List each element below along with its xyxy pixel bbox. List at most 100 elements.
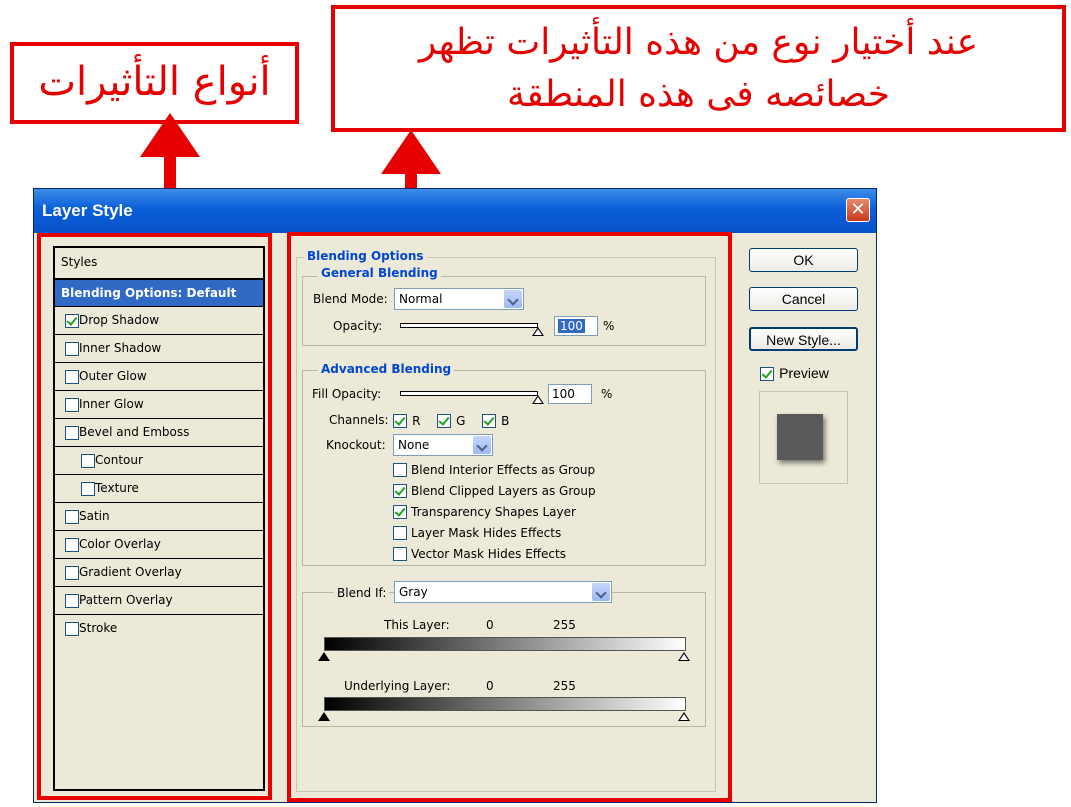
styles-item-outer-glow[interactable]: Outer Glow [55,363,263,391]
check-icon [393,413,407,428]
opacity-value: 100 [558,319,585,333]
option-label: Blend Interior Effects as Group [411,463,596,477]
styles-item-label: Stroke [79,621,118,635]
annotation-properties-line1: عند أختيار نوع من هذه التأثيرات تظهر [418,22,979,63]
checkbox-icon[interactable] [65,593,79,608]
fill-opacity-value: 100 [552,387,575,401]
styles-item-inner-glow[interactable]: Inner Glow [55,391,263,419]
channel-b-checkbox[interactable]: B [482,410,509,429]
styles-item-label: Gradient Overlay [79,565,182,579]
option-blend-interior-effects-as-group-checkbox[interactable]: Blend Interior Effects as Group [393,459,595,478]
styles-item-stroke[interactable]: Stroke [55,615,263,642]
styles-item-contour[interactable]: Contour [55,447,263,475]
opacity-slider[interactable] [400,323,538,328]
ok-button[interactable]: OK [749,248,858,272]
blend-mode-select[interactable]: Normal [394,288,524,310]
option-label: Vector Mask Hides Effects [411,547,566,561]
styles-item-label: Bevel and Emboss [79,425,190,439]
checkbox-icon [393,525,407,540]
styles-list: Styles Blending Options: Default Drop Sh… [53,246,265,791]
option-vector-mask-hides-effects-checkbox[interactable]: Vector Mask Hides Effects [393,543,566,562]
check-icon [437,413,451,428]
annotation-properties-area: عند أختيار نوع من هذه التأثيرات تظهر خصا… [331,5,1066,132]
checkbox-icon[interactable] [65,313,79,328]
channels-label: Channels: [329,413,389,427]
check-icon [760,366,774,381]
this-layer-label: This Layer: [384,618,450,632]
underlying-layer-white-slider[interactable] [678,712,690,721]
checkbox-icon[interactable] [65,621,79,636]
option-label: Layer Mask Hides Effects [411,526,562,540]
knockout-label: Knockout: [326,438,386,452]
advanced-blending-title: Advanced Blending [318,362,455,376]
channel-r-label: R [412,414,421,428]
fill-opacity-slider[interactable] [400,391,538,396]
underlying-layer-label: Underlying Layer: [344,679,451,693]
styles-item-pattern-overlay[interactable]: Pattern Overlay [55,587,263,615]
preview-swatch [777,414,823,460]
this-layer-max: 255 [553,618,576,632]
checkbox-icon[interactable] [81,481,95,496]
styles-item-label: Pattern Overlay [79,593,173,607]
checkbox-icon[interactable] [65,565,79,580]
title-bar: Layer Style ✕ [34,189,876,233]
blend-mode-value: Normal [399,292,443,306]
checkbox-icon[interactable] [65,537,79,552]
fill-opacity-slider-thumb[interactable] [532,395,544,404]
blend-if-select[interactable]: Gray [394,581,612,603]
checkbox-icon[interactable] [65,341,79,356]
fill-opacity-label: Fill Opacity: [312,387,382,401]
styles-item-label: Drop Shadow [79,313,160,327]
styles-header: Styles [55,248,263,280]
styles-item-inner-shadow[interactable]: Inner Shadow [55,335,263,363]
blend-mode-label: Blend Mode: [313,292,388,306]
fill-opacity-field[interactable]: 100 [548,384,592,404]
option-transparency-shapes-layer-checkbox[interactable]: Transparency Shapes Layer [393,501,576,520]
styles-item-drop-shadow[interactable]: Drop Shadow [55,307,263,335]
underlying-layer-min: 0 [486,679,494,693]
checkbox-icon[interactable] [65,369,79,384]
preview-checkbox[interactable]: Preview [760,363,829,382]
check-icon [482,413,496,428]
arrow-left-head [140,113,200,157]
styles-item-label: Inner Shadow [79,341,162,355]
this-layer-white-slider[interactable] [678,652,690,661]
option-layer-mask-hides-effects-checkbox[interactable]: Layer Mask Hides Effects [393,522,561,541]
option-label: Transparency Shapes Layer [411,505,576,519]
checkbox-icon [393,483,407,498]
preview-thumbnail [759,391,848,484]
styles-item-label: Color Overlay [79,537,161,551]
checkbox-icon[interactable] [65,425,79,440]
styles-item-texture[interactable]: Texture [55,475,263,503]
this-layer-min: 0 [486,618,494,632]
this-layer-gradient [324,637,686,651]
styles-item-label: Contour [95,453,143,467]
opacity-slider-thumb[interactable] [532,327,544,336]
checkbox-icon [393,504,407,519]
opacity-field[interactable]: 100 [554,316,598,336]
arrow-right-head [381,130,441,174]
opacity-label: Opacity: [333,319,383,333]
checkbox-icon[interactable] [65,509,79,524]
styles-item-color-overlay[interactable]: Color Overlay [55,531,263,559]
new-style-button[interactable]: New Style... [749,327,858,351]
channel-r-checkbox[interactable]: R [393,410,420,429]
styles-item-label: Satin [79,509,110,523]
knockout-select[interactable]: None [393,434,493,456]
cancel-button[interactable]: Cancel [749,287,858,311]
styles-item-bevel-and-emboss[interactable]: Bevel and Emboss [55,419,263,447]
styles-item-blending-options[interactable]: Blending Options: Default [55,280,263,307]
chevron-down-icon [504,290,522,308]
checkbox-icon[interactable] [65,397,79,412]
general-blending-group [302,276,706,346]
styles-item-gradient-overlay[interactable]: Gradient Overlay [55,559,263,587]
close-icon[interactable]: ✕ [846,198,870,222]
channel-g-label: G [456,414,466,428]
channel-g-checkbox[interactable]: G [437,410,465,429]
checkbox-icon[interactable] [81,453,95,468]
styles-item-satin[interactable]: Satin [55,503,263,531]
underlying-layer-black-slider[interactable] [318,712,330,721]
preview-label: Preview [779,365,829,381]
this-layer-black-slider[interactable] [318,652,330,661]
option-blend-clipped-layers-as-group-checkbox[interactable]: Blend Clipped Layers as Group [393,480,596,499]
